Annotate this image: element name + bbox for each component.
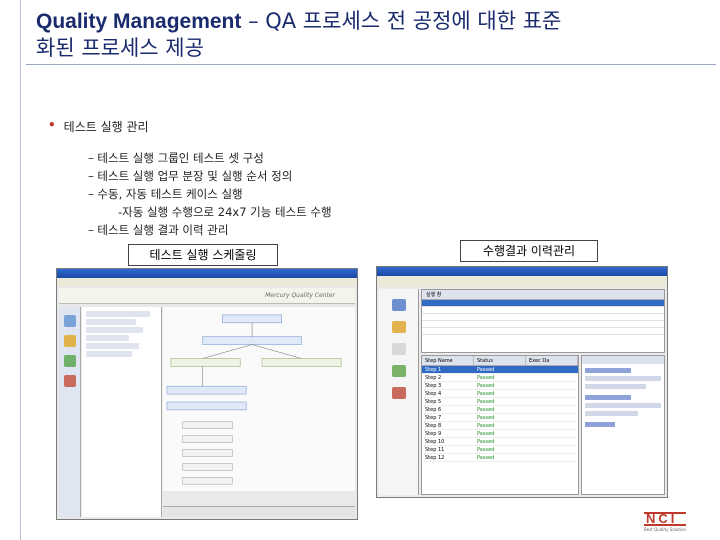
left-accent-line: [20, 0, 21, 540]
main-bullet: • 테스트 실행 관리: [48, 118, 332, 135]
step-name: Step 12: [425, 455, 445, 461]
step-name: Step 3: [425, 383, 442, 389]
sub-item: – 수동, 자동 테스트 케이스 실행: [88, 187, 243, 201]
step-name: Step 8: [425, 423, 442, 429]
grid-row[interactable]: [422, 307, 664, 314]
step-row[interactable]: Step 8 Passed: [422, 422, 578, 430]
test-set-tree: [82, 307, 162, 517]
step-row[interactable]: Step 9 Passed: [422, 430, 578, 438]
step-row[interactable]: Step 2 Passed: [422, 374, 578, 382]
step-status: Passed: [477, 423, 495, 429]
sub-item: – 테스트 실행 그룹인 테스트 셋 구성: [88, 151, 264, 165]
main-bullet-text: 테스트 실행 관리: [63, 120, 149, 134]
run-steps-table: Step Name Status Exec Da Step 1 Passed St…: [421, 355, 579, 495]
test-plan-icon: [391, 321, 406, 333]
test-plan-icon: [63, 335, 76, 347]
execution-flow-diagram: [163, 307, 355, 492]
step-row[interactable]: Step 10 Passed: [422, 438, 578, 446]
step-row[interactable]: Step 12 Passed: [422, 454, 578, 462]
dashboard-icon: [391, 387, 406, 399]
requirements-icon: [63, 315, 76, 327]
step-status: Passed: [477, 447, 495, 453]
step-name: Step 6: [425, 407, 442, 413]
defects-icon: [63, 375, 76, 387]
step-row[interactable]: Step 11 Passed: [422, 446, 578, 454]
step-status: Passed: [477, 391, 495, 397]
step-status: Passed: [477, 415, 495, 421]
title-line-2: 화된 프로세스 제공: [36, 36, 204, 60]
grid-row[interactable]: [422, 314, 664, 321]
sub-bullet-list: – 테스트 실행 그룹인 테스트 셋 구성 – 테스트 실행 업무 분장 및 실…: [88, 149, 332, 239]
caption-left: 테스트 실행 스케줄링: [128, 244, 278, 266]
step-status: Passed: [477, 399, 495, 405]
test-set-grid: 실행 창: [421, 289, 665, 353]
logo-tagline: Best Quality Solution: [644, 527, 686, 532]
step-row[interactable]: Step 7 Passed: [422, 414, 578, 422]
title-divider: [26, 64, 716, 65]
step-name: Step 1: [425, 367, 442, 373]
bullet-dot-icon: •: [48, 118, 56, 132]
step-detail-pane: [581, 355, 665, 495]
col-status: Status: [474, 356, 526, 365]
defects-icon: [391, 365, 406, 377]
step-row[interactable]: Step 5 Passed: [422, 398, 578, 406]
page-title: Quality Management – QA 프로세스 전 공정에 대한 표준…: [36, 8, 696, 62]
title-english: Quality Management: [36, 10, 242, 33]
module-sidebar: [59, 307, 81, 517]
step-status: Passed: [477, 439, 495, 445]
step-name: Step 10: [425, 439, 445, 445]
requirements-icon: [391, 299, 406, 311]
step-name: Step 7: [425, 415, 442, 421]
test-lab-icon: [391, 343, 406, 355]
caption-right: 수행결과 이력관리: [460, 240, 598, 262]
logo-mark: NCI: [644, 512, 686, 526]
grid-row-selected[interactable]: [422, 300, 664, 307]
title-korean: – QA 프로세스 전 공정에 대한 표준: [241, 9, 562, 33]
step-name: Step 5: [425, 399, 442, 405]
bullet-list: • 테스트 실행 관리 – 테스트 실행 그룹인 테스트 셋 구성 – 테스트 …: [48, 118, 332, 239]
step-row[interactable]: Step 3 Passed: [422, 382, 578, 390]
window-titlebar: [377, 267, 667, 276]
col-step-name: Step Name: [422, 356, 474, 365]
step-row[interactable]: Step 6 Passed: [422, 406, 578, 414]
company-logo: NCI Best Quality Solution: [644, 512, 686, 532]
steps-header: Step Name Status Exec Da: [422, 356, 578, 366]
sub-item-nested: -자동 실행 수행으로 24x7 기능 테스트 수행: [118, 205, 332, 219]
grid-row[interactable]: [422, 321, 664, 328]
toolbar: [377, 277, 667, 287]
step-name: Step 2: [425, 375, 442, 381]
step-row-selected[interactable]: Step 1 Passed: [422, 366, 578, 374]
sub-item: – 테스트 실행 결과 이력 관리: [88, 223, 229, 237]
col-exec-date: Exec Da: [526, 356, 578, 365]
filter-bar: 실행 창: [422, 290, 664, 300]
step-status: Passed: [477, 431, 495, 437]
product-banner: Mercury Quality Center: [59, 288, 355, 304]
step-status: Passed: [477, 375, 495, 381]
grid-row[interactable]: [422, 328, 664, 335]
step-status: Passed: [477, 455, 495, 461]
step-name: Step 11: [425, 447, 445, 453]
screenshot-results-history: 실행 창 Step Name Status Exec Da Step 1 Pass…: [376, 266, 668, 498]
step-row[interactable]: Step 4 Passed: [422, 390, 578, 398]
menu-bar: [57, 278, 357, 286]
product-name: Mercury Quality Center: [265, 292, 335, 299]
window-titlebar: [57, 269, 357, 278]
step-status: Passed: [477, 407, 495, 413]
test-lab-icon: [63, 355, 76, 367]
step-name: Step 4: [425, 391, 442, 397]
sub-item: – 테스트 실행 업무 분장 및 실행 순서 정의: [88, 169, 293, 183]
step-status: Passed: [477, 383, 495, 389]
status-bar: [163, 506, 355, 517]
step-name: Step 9: [425, 431, 442, 437]
module-sidebar: [379, 289, 419, 495]
step-status: Passed: [477, 367, 495, 373]
screenshot-scheduling: Mercury Quality Center: [56, 268, 358, 520]
